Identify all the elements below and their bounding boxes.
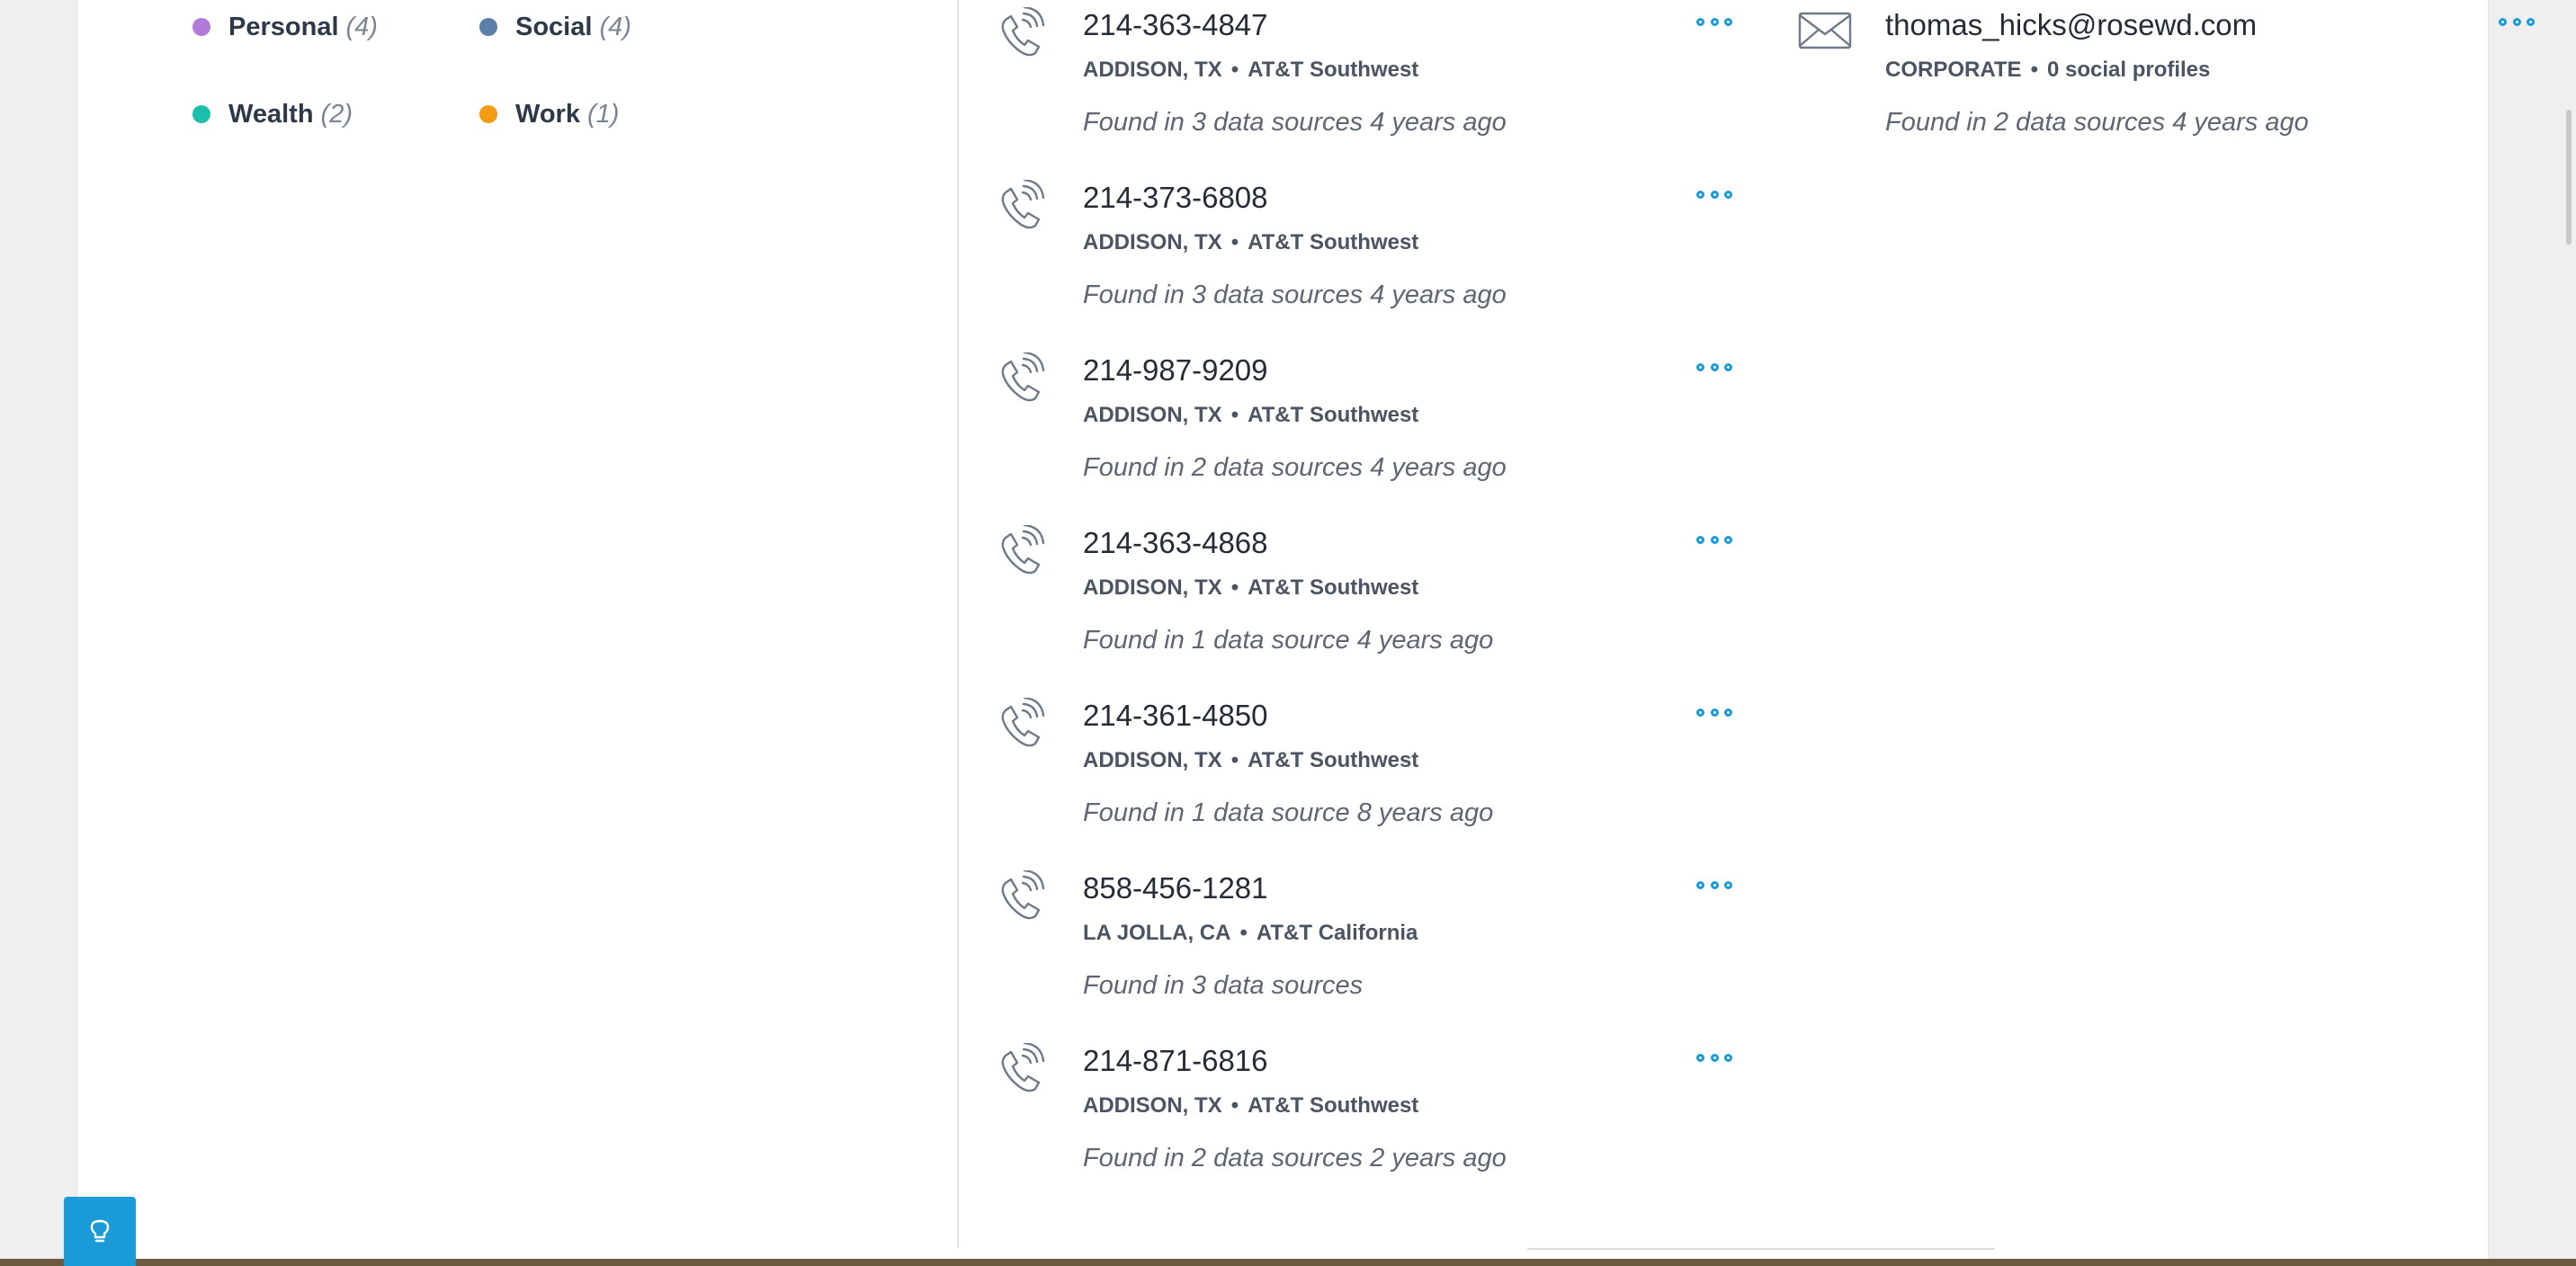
phone-carrier: AT&T Southwest — [1248, 1093, 1419, 1118]
background-strip — [0, 1259, 2576, 1266]
more-options-button[interactable] — [2499, 11, 2535, 32]
phone-found: Found in 1 data source 8 years ago — [1083, 798, 1494, 827]
phone-number: 858-456-1281 — [1083, 871, 1268, 905]
legend-count: (4) — [599, 12, 631, 41]
phone-carrier: AT&T California — [1256, 921, 1418, 945]
phone-meta: ADDISON, TX • AT&T Southwest — [1083, 56, 1418, 85]
phone-found: Found in 2 data sources 4 years ago — [1083, 453, 1507, 482]
envelope-icon — [1798, 12, 1852, 49]
phone-carrier: AT&T Southwest — [1248, 575, 1419, 600]
legend-dot — [192, 105, 210, 123]
phone-found: Found in 2 data sources 2 years ago — [1083, 1144, 1507, 1172]
legend-label: Personal — [228, 12, 339, 41]
phone-location: ADDISON, TX — [1083, 1093, 1222, 1118]
phone-number: 214-987-9209 — [1083, 353, 1268, 387]
bottom-divider — [1527, 1248, 1995, 1250]
more-options-button[interactable] — [1696, 1047, 1732, 1068]
help-button[interactable] — [64, 1197, 136, 1266]
email-address: thomas_hicks@rosewd.com — [1885, 8, 2258, 41]
phone-entry: 214-373-6808 ADDISON, TX • AT&T Southwest … — [995, 176, 1732, 329]
phone-entry: 214-363-4868 ADDISON, TX • AT&T Southwest … — [995, 522, 1732, 674]
scrollbar-thumb[interactable] — [2566, 110, 2572, 245]
separator: • — [1230, 58, 1239, 82]
phone-entry: 858-456-1281 LA JOLLA, CA • AT&T Californi… — [995, 867, 1732, 1020]
more-options-button[interactable] — [1696, 183, 1732, 205]
phone-number: 214-361-4850 — [1083, 699, 1268, 732]
phone-number: 214-363-4847 — [1083, 8, 1268, 41]
contact-card: Personal (4) Social (4) Wealth (2) Work … — [76, 0, 2535, 1259]
separator: • — [1230, 748, 1239, 772]
legend-count: (4) — [345, 12, 378, 41]
email-meta: CORPORATE • 0 social profiles — [1885, 56, 2210, 85]
more-options-button[interactable] — [1696, 874, 1732, 896]
separator: • — [1230, 575, 1239, 600]
more-options-button[interactable] — [1696, 701, 1732, 723]
phone-carrier: AT&T Southwest — [1248, 748, 1419, 772]
phone-entry: 214-987-9209 ADDISON, TX • AT&T Southwest … — [995, 349, 1732, 502]
legend-count: (1) — [586, 99, 620, 129]
phone-meta: LA JOLLA, CA • AT&T California — [1083, 919, 1418, 948]
phone-location: ADDISON, TX — [1083, 230, 1222, 254]
column-divider — [957, 0, 959, 1248]
email-profiles: 0 social profiles — [2046, 58, 2211, 82]
phone-location: ADDISON, TX — [1083, 403, 1222, 427]
phone-meta: ADDISON, TX • AT&T Southwest — [1083, 401, 1418, 430]
legend-count: (2) — [320, 99, 353, 129]
more-options-button[interactable] — [1696, 11, 1732, 32]
phone-meta: ADDISON, TX • AT&T Southwest — [1083, 574, 1418, 602]
legend-dot — [479, 105, 497, 123]
phone-location: ADDISON, TX — [1083, 748, 1222, 772]
phone-found: Found in 3 data sources 4 years ago — [1083, 281, 1507, 309]
lightbulb-icon — [90, 1219, 110, 1242]
phone-icon — [1001, 525, 1045, 575]
separator: • — [1239, 921, 1248, 945]
phone-found: Found in 3 data sources — [1083, 971, 1364, 1000]
legend-item-wealth[interactable]: Wealth (2) — [192, 96, 353, 132]
phone-meta: ADDISON, TX • AT&T Southwest — [1083, 746, 1418, 775]
legend-label: Social — [515, 12, 593, 41]
phone-carrier: AT&T Southwest — [1248, 230, 1419, 254]
phone-number: 214-363-4868 — [1083, 526, 1268, 559]
separator: • — [2030, 58, 2038, 82]
phone-entry: 214-871-6816 ADDISON, TX • AT&T Southwest … — [995, 1039, 1732, 1192]
email-entry: thomas_hicks@rosewd.com CORPORATE • 0 soci… — [1797, 4, 2535, 156]
phone-found: Found in 1 data source 4 years ago — [1083, 626, 1494, 655]
separator: • — [1230, 403, 1239, 427]
phone-entry: 214-363-4847 ADDISON, TX • AT&T Southwest … — [995, 4, 1732, 156]
legend-label: Wealth — [228, 99, 314, 129]
phone-entry: 214-361-4850 ADDISON, TX • AT&T Southwest … — [995, 694, 1732, 847]
phone-found: Found in 3 data sources 4 years ago — [1083, 108, 1507, 137]
legend-dot — [192, 18, 210, 36]
phone-icon — [1001, 698, 1045, 747]
phone-meta: ADDISON, TX • AT&T Southwest — [1083, 1092, 1418, 1120]
phone-icon — [1001, 180, 1045, 229]
phone-icon — [1001, 870, 1045, 920]
email-type: CORPORATE — [1885, 58, 2022, 82]
phone-carrier: AT&T Southwest — [1248, 58, 1419, 82]
separator: • — [1230, 230, 1239, 254]
separator: • — [1230, 1093, 1239, 1118]
phone-number: 214-373-6808 — [1083, 181, 1268, 214]
phone-location: LA JOLLA, CA — [1083, 921, 1231, 945]
legend-dot — [479, 18, 497, 36]
page: Personal (4) Social (4) Wealth (2) Work … — [0, 0, 2576, 1266]
phone-icon — [1001, 1043, 1045, 1092]
legend-item-work[interactable]: Work (1) — [479, 96, 619, 132]
phone-location: ADDISON, TX — [1083, 58, 1222, 82]
phone-location: ADDISON, TX — [1083, 575, 1222, 600]
phone-carrier: AT&T Southwest — [1248, 403, 1419, 427]
phone-number: 214-871-6816 — [1083, 1044, 1268, 1077]
phone-meta: ADDISON, TX • AT&T Southwest — [1083, 228, 1418, 257]
legend-item-personal[interactable]: Personal (4) — [192, 9, 378, 45]
legend-item-social[interactable]: Social (4) — [479, 9, 631, 45]
more-options-button[interactable] — [1696, 529, 1732, 550]
more-options-button[interactable] — [1696, 356, 1732, 378]
email-found: Found in 2 data sources 4 years ago — [1885, 108, 2309, 137]
phone-icon — [1001, 352, 1045, 402]
phone-icon — [1001, 7, 1045, 57]
legend-label: Work — [515, 99, 580, 129]
